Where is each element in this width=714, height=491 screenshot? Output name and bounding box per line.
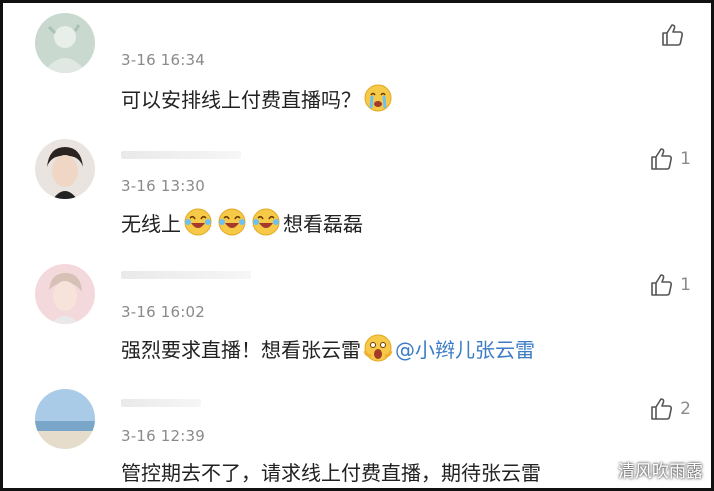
like-button[interactable]: 1 [650,273,691,297]
like-count: 2 [680,399,691,419]
comment-timestamp: 3-16 13:30 [121,177,206,195]
like-button[interactable]: 2 [650,397,691,421]
like-button[interactable] [661,23,691,47]
comment-text: 强烈要求直播！想看张云雷 @小辫儿张云雷 [121,333,535,363]
laugh-cry-emoji [217,207,247,237]
thumbs-up-icon [650,273,674,297]
like-button[interactable]: 1 [650,147,691,171]
avatar[interactable] [35,264,95,324]
comment-text: 可以安排线上付费直播吗？ [121,83,395,113]
comment-item: 3-16 12:39 管控期去不了，请求线上付费直播，期待张云雷 2 [3,373,711,488]
username-placeholder [121,271,251,279]
username-placeholder [121,399,201,407]
comment-text: 管控期去不了，请求线上付费直播，期待张云雷 [121,461,541,485]
comment-text: 无线上 想看磊磊 [121,207,363,237]
laugh-cry-emoji [183,207,213,237]
comment-item: 3-16 16:02 强烈要求直播！想看张云雷 @小辫儿张云雷 1 [3,247,711,367]
avatar[interactable] [35,389,95,449]
comment-timestamp: 3-16 16:34 [121,51,206,69]
comment-timestamp: 3-16 16:02 [121,303,206,321]
thumbs-up-icon [661,23,685,47]
like-count: 1 [680,149,691,169]
thumbs-up-icon [650,147,674,171]
comment-item: 3-16 13:30 无线上 想看磊磊 1 [3,125,711,245]
comment-item: 3-16 16:34 可以安排线上付费直播吗？ [3,3,711,123]
comment-timestamp: 3-16 12:39 [121,427,206,445]
mention-link[interactable]: @小辫儿张云雷 [395,334,535,363]
thumbs-up-icon [650,397,674,421]
comment-list: 3-16 16:34 可以安排线上付费直播吗？ 3-16 13:30 无线上 想… [0,0,714,491]
laugh-cry-emoji [251,207,281,237]
avatar[interactable] [35,13,95,73]
screaming-emoji [363,333,393,363]
watermark: 清风吹雨露 [618,462,703,482]
username-placeholder [121,151,241,159]
crying-emoji [363,83,393,113]
avatar[interactable] [35,139,95,199]
like-count: 1 [680,275,691,295]
